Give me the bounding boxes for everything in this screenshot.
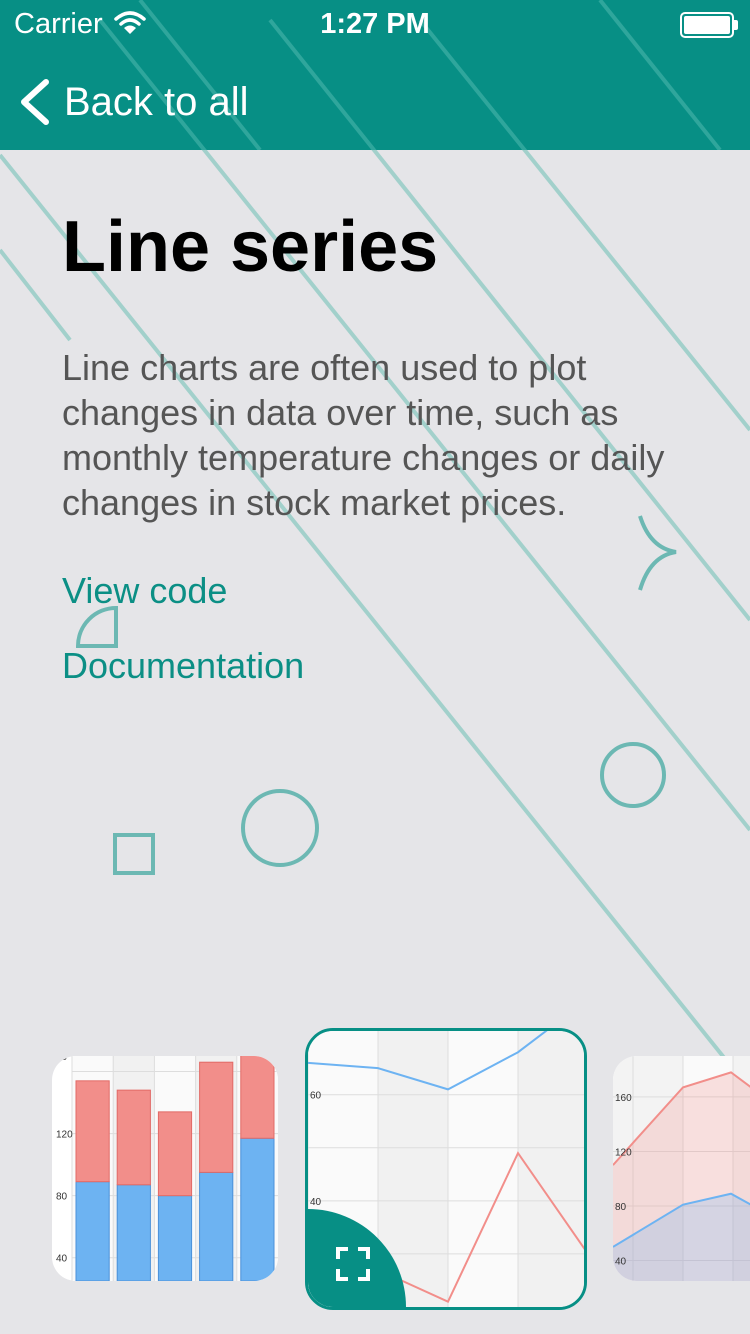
bar-red <box>157 1111 193 1197</box>
bar-red <box>75 1080 110 1183</box>
back-button[interactable]: Back to all <box>18 74 249 130</box>
bar-blue <box>157 1195 193 1281</box>
status-bar: Carrier 1:27 PM <box>0 0 750 50</box>
bar-red <box>199 1061 234 1173</box>
clock-time: 1:27 PM <box>320 8 430 40</box>
quarter-circle-shape <box>75 605 118 648</box>
back-label: Back to all <box>64 79 249 124</box>
y-tick-label: 80 <box>615 1202 627 1213</box>
y-tick-label: 80 <box>56 1192 68 1203</box>
view-code-link[interactable]: View code <box>62 570 227 612</box>
y-tick-label: 40 <box>56 1254 68 1265</box>
bar-blue <box>116 1184 151 1281</box>
description-text: Line charts are often used to plot chang… <box>62 347 665 523</box>
battery-icon <box>680 12 738 38</box>
bar-blue <box>240 1137 275 1281</box>
y-tick-label: 160 <box>615 1093 632 1104</box>
circle-shape <box>241 789 319 867</box>
chart-thumbnail-stacked-bar[interactable]: 40 80 120 60 <box>52 1056 278 1281</box>
chevron-left-icon <box>21 79 49 125</box>
plot-band <box>448 1031 518 1307</box>
bar-red <box>240 1056 275 1139</box>
bar-blue <box>199 1171 234 1281</box>
y-tick-label: 40 <box>310 1197 322 1208</box>
arc-shape <box>638 515 677 591</box>
y-tick-label: 60 <box>310 1091 322 1102</box>
stacked-bar-chart: 408012060 <box>56 1056 278 1281</box>
y-tick-label: 120 <box>615 1147 632 1158</box>
fullscreen-icon <box>336 1247 370 1281</box>
bar-red <box>116 1089 151 1186</box>
square-shape <box>113 833 155 875</box>
area-chart: 160 120 80 40 <box>613 1056 750 1281</box>
chart-thumbnail-area[interactable]: 160 120 80 40 <box>613 1056 750 1281</box>
chart-thumbnail-line-selected[interactable]: 60 40 <box>305 1028 587 1310</box>
y-tick-label: 40 <box>615 1257 627 1268</box>
sample-description: Line series Line charts are often used t… <box>62 205 722 686</box>
circle-shape <box>600 742 666 808</box>
bar-blue <box>75 1181 110 1281</box>
navigation-header: Carrier 1:27 PM Back to all <box>0 0 750 150</box>
page-title: Line series <box>62 207 439 287</box>
y-tick-label: 120 <box>56 1130 73 1141</box>
documentation-link[interactable]: Documentation <box>62 645 304 687</box>
